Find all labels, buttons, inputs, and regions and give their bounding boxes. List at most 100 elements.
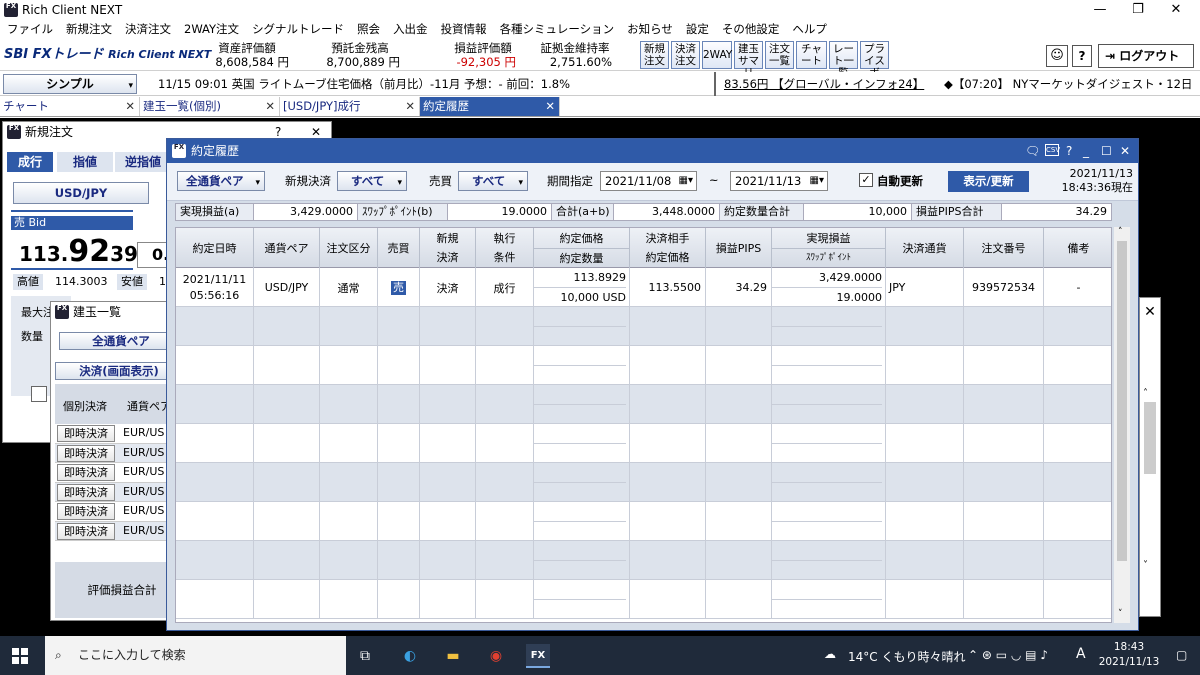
col-side[interactable]: 売買 bbox=[378, 228, 420, 268]
tab-limit[interactable]: 指値 bbox=[57, 152, 113, 172]
close-icon[interactable]: ✕ bbox=[1140, 298, 1160, 326]
bid-price[interactable]: 113.9239 bbox=[19, 234, 138, 269]
menu-settle-order[interactable]: 決済注文 bbox=[118, 20, 177, 38]
tray-icons[interactable]: ⌃ ⊛ ▭ ◡ ▤ ♪ bbox=[968, 648, 1048, 662]
maximize-button[interactable]: ❐ bbox=[1118, 0, 1158, 20]
scrollbar-thumb[interactable] bbox=[1144, 402, 1156, 474]
close-button[interactable]: ✕ bbox=[1156, 0, 1196, 20]
taskbar-search-input[interactable]: ⌕ ここに入力して検索 bbox=[45, 636, 346, 675]
menu-signal[interactable]: シグナルトレード bbox=[245, 20, 350, 38]
scroll-up-icon[interactable]: ˄ bbox=[1118, 227, 1123, 237]
col-realized-pl[interactable]: 実現損益 ｽﾜｯﾌﾟﾎﾟｲﾝﾄ bbox=[772, 228, 886, 268]
menu-invest-info[interactable]: 投資情報 bbox=[434, 20, 493, 38]
calendar-icon[interactable]: ▦▾ bbox=[679, 172, 693, 190]
tab-positions[interactable]: 建玉一覧(個別) ✕ bbox=[140, 97, 280, 116]
instant-settle-button[interactable]: 即時決済 bbox=[57, 522, 115, 540]
close-icon[interactable]: ✕ bbox=[405, 97, 415, 115]
tab-stop[interactable]: 逆指値 bbox=[115, 152, 171, 172]
instant-settle-button[interactable]: 即時決済 bbox=[57, 444, 115, 462]
clock[interactable]: 18:43 2021/11/13 bbox=[1096, 640, 1162, 670]
settle-display-button[interactable]: 決済(画面表示) bbox=[55, 362, 183, 380]
instant-settle-button[interactable]: 即時決済 bbox=[57, 425, 115, 442]
tab-market-order[interactable]: [USD/JPY]成行 ✕ bbox=[280, 97, 420, 116]
menu-file[interactable]: ファイル bbox=[0, 20, 59, 38]
checkbox[interactable] bbox=[31, 386, 47, 402]
col-exec-condition[interactable]: 執行 条件 bbox=[476, 228, 534, 268]
scroll-up-icon[interactable]: ˄ bbox=[1143, 388, 1148, 399]
scrollbar-thumb[interactable] bbox=[1117, 241, 1127, 561]
ticker-news-1[interactable]: 11/15 09:01 英国 ライトムーブ住宅価格（前月比）-11月 予想：- … bbox=[158, 76, 708, 92]
tb-chart-button[interactable]: チャート bbox=[796, 41, 827, 69]
auto-refresh-checkbox[interactable]: ✓ bbox=[859, 173, 873, 187]
ticker-news-2[interactable]: 83.56円 【グローバル・インフォ24】 bbox=[724, 76, 924, 92]
maximize-icon[interactable]: ☐ bbox=[1101, 139, 1112, 163]
tb-rate-list-button[interactable]: レート一覧 bbox=[829, 41, 858, 79]
col-currency-pair[interactable]: 通貨ペア bbox=[254, 228, 320, 268]
close-icon[interactable]: ✕ bbox=[1120, 139, 1130, 163]
col-open-close[interactable]: 新規 決済 bbox=[420, 228, 476, 268]
help-icon[interactable]: ? bbox=[1066, 139, 1072, 163]
notification-icon[interactable]: ▢ bbox=[1176, 648, 1187, 662]
menu-new-order[interactable]: 新規注文 bbox=[59, 20, 118, 38]
close-icon[interactable]: ✕ bbox=[125, 97, 135, 115]
tb-2way-button[interactable]: 2WAY bbox=[702, 41, 732, 69]
scroll-down-icon[interactable]: ˅ bbox=[1143, 560, 1148, 571]
tb-order-list-button[interactable]: 注文一覧 bbox=[765, 41, 794, 69]
col-note[interactable]: 備考 bbox=[1044, 228, 1111, 268]
minimize-button[interactable]: — bbox=[1080, 0, 1120, 20]
close-icon[interactable]: ✕ bbox=[265, 97, 275, 115]
tb-new-order-button[interactable]: 新規注文 bbox=[640, 41, 669, 69]
tb-settle-order-button[interactable]: 決済注文 bbox=[671, 41, 700, 69]
currency-pair-select[interactable]: USD/JPY bbox=[13, 182, 149, 204]
weather-text[interactable]: 14°C くもり時々晴れ bbox=[848, 648, 965, 665]
display-mode-select[interactable]: シンプル bbox=[3, 74, 137, 95]
robot-icon[interactable]: ☺ bbox=[1046, 45, 1068, 67]
weather-icon[interactable]: ☁ bbox=[824, 647, 836, 661]
col-settle-currency[interactable]: 決済通貨 bbox=[886, 228, 964, 268]
menu-settings[interactable]: 設定 bbox=[679, 20, 715, 38]
menu-deposit[interactable]: 入出金 bbox=[386, 20, 434, 38]
col-exec-price-qty[interactable]: 約定価格 約定数量 bbox=[534, 228, 630, 268]
csv-icon[interactable]: CSV bbox=[1045, 144, 1060, 156]
edge-icon[interactable]: ◐ bbox=[398, 644, 422, 668]
all-pairs-select[interactable]: 全通貨ペア bbox=[59, 332, 183, 350]
instant-settle-button[interactable]: 即時決済 bbox=[57, 464, 115, 481]
settle-filter-select[interactable]: すべて bbox=[337, 171, 407, 192]
date-from-field[interactable]: 2021/11/08 ▦▾ bbox=[600, 171, 697, 191]
menu-inquiry[interactable]: 照会 bbox=[350, 20, 386, 38]
col-order-type[interactable]: 注文区分 bbox=[320, 228, 378, 268]
date-to-field[interactable]: 2021/11/13 ▦▾ bbox=[730, 171, 828, 191]
task-view-icon[interactable]: ⧉ bbox=[353, 644, 377, 668]
fx-app-icon[interactable]: FX bbox=[526, 644, 550, 668]
explorer-icon[interactable]: ▬ bbox=[441, 644, 465, 668]
menu-other-settings[interactable]: その他設定 bbox=[715, 20, 786, 38]
pair-filter-select[interactable]: 全通貨ペア bbox=[177, 171, 265, 192]
table-scrollbar[interactable]: ˄ ˅ bbox=[1114, 227, 1130, 623]
col-pips[interactable]: 損益PIPS bbox=[706, 228, 772, 268]
side-filter-select[interactable]: すべて bbox=[458, 171, 528, 192]
tab-execution-history[interactable]: 約定履歴 ✕ bbox=[420, 97, 560, 116]
close-icon[interactable]: ✕ bbox=[545, 97, 555, 115]
instant-settle-button[interactable]: 即時決済 bbox=[57, 483, 115, 501]
tab-chart[interactable]: チャート ✕ bbox=[0, 97, 140, 116]
menu-news[interactable]: お知らせ bbox=[620, 20, 679, 38]
scroll-down-icon[interactable]: ˅ bbox=[1118, 609, 1123, 619]
windows-start-icon[interactable] bbox=[12, 648, 28, 664]
ticker-news-3[interactable]: ◆【07:20】 NYマーケットダイジェスト・12日 bbox=[944, 76, 1194, 92]
minimize-icon[interactable]: _ bbox=[1083, 139, 1089, 163]
calendar-icon[interactable]: ▦▾ bbox=[810, 172, 824, 190]
menu-2way[interactable]: 2WAY注文 bbox=[177, 20, 245, 38]
col-order-number[interactable]: 注文番号 bbox=[964, 228, 1044, 268]
menu-simulation[interactable]: 各種シミュレーション bbox=[493, 20, 621, 38]
table-row[interactable]: 2021/11/11 05:56:16 USD/JPY 通常 売 決済 成行 113.8929… bbox=[176, 268, 1111, 307]
col-exec-datetime[interactable]: 約定日時 bbox=[176, 228, 254, 268]
tb-summary-button[interactable]: 建玉サマリ bbox=[734, 41, 763, 79]
menu-help[interactable]: ヘルプ bbox=[785, 20, 833, 38]
tb-price-board-button[interactable]: プライスボ bbox=[860, 41, 889, 79]
logout-button[interactable]: ⇥ ログアウト bbox=[1098, 44, 1194, 68]
chat-icon[interactable]: 🗨 bbox=[1025, 139, 1040, 163]
instant-settle-button[interactable]: 即時決済 bbox=[57, 503, 115, 520]
chrome-icon[interactable]: ◉ bbox=[484, 644, 508, 668]
refresh-button[interactable]: 表示/更新 bbox=[948, 171, 1029, 192]
ime-indicator[interactable]: A bbox=[1076, 646, 1086, 662]
